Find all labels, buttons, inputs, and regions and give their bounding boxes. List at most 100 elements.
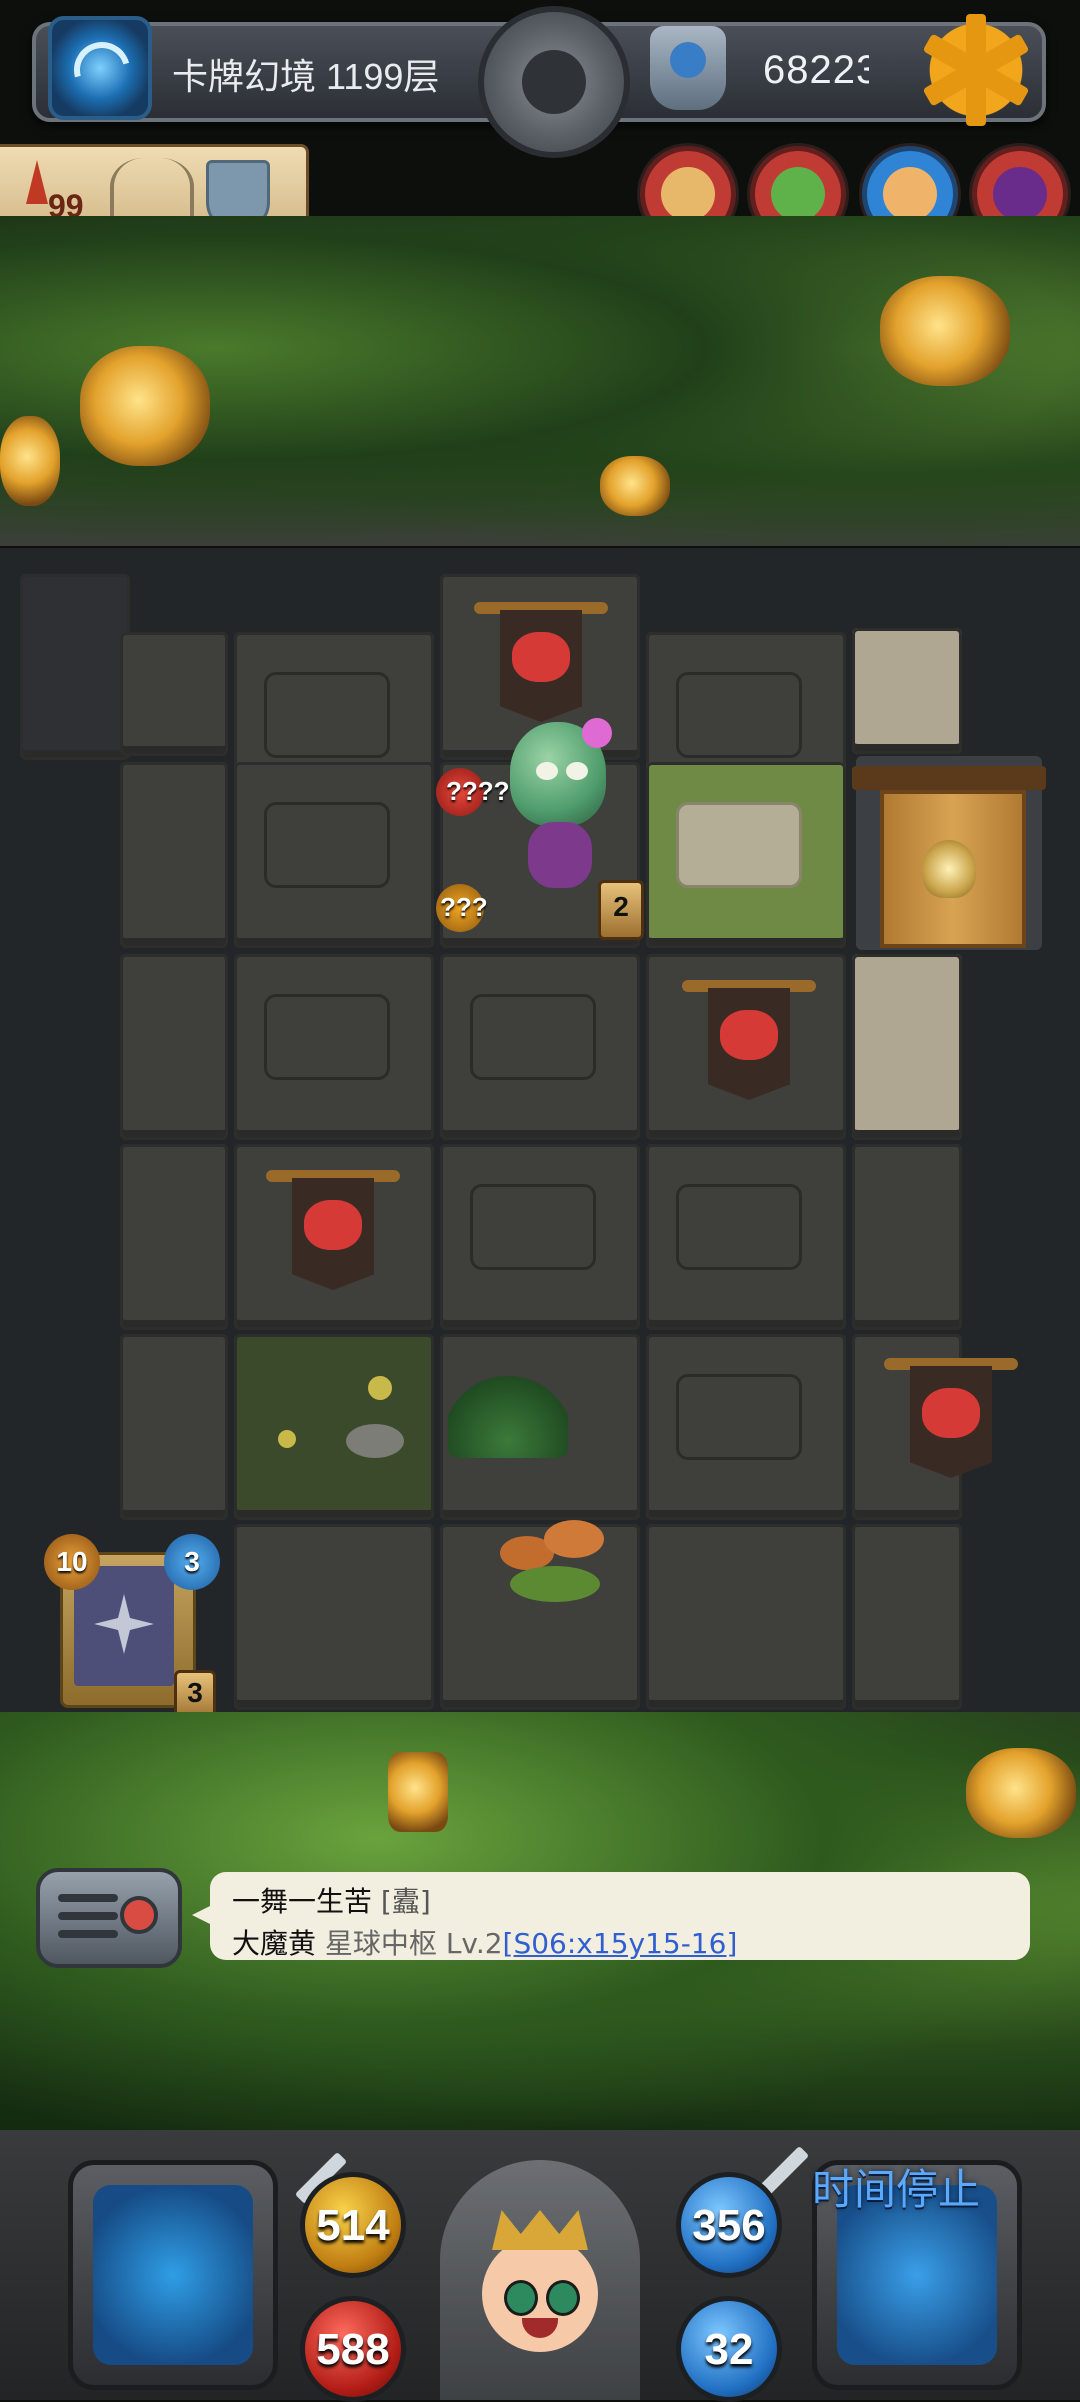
locked-door[interactable] [852,756,1046,950]
glow-pod [80,346,210,466]
boar-icon [512,632,570,682]
turn-counter-value: 2 [613,891,629,922]
boar-banner[interactable] [884,1358,1018,1484]
hammer-icon [661,167,715,221]
boar-icon [922,1388,980,1438]
bush-icon [448,1372,568,1458]
deck-cost: 10 [56,1546,88,1577]
board-tile[interactable] [852,954,962,1140]
deck-count: 3 [184,1546,200,1577]
flower-icon [278,1430,296,1448]
glow-pod [600,456,670,516]
board-tile[interactable] [852,1144,962,1330]
medal-icon[interactable] [478,6,630,158]
chat-location-link[interactable]: [S06:x15y15-16] [503,1927,738,1960]
chat-message-line2: 大魔黄 星球中枢 Lv.2[S06:x15y15-16] [232,1922,737,1962]
boar-banner[interactable] [682,980,816,1106]
glow-pod [0,416,60,506]
glow-pod [966,1748,1076,1838]
monster-eye [536,762,558,780]
tile-crack [264,672,390,758]
glow-pod [880,276,1010,386]
hero-face [482,2236,598,2352]
monster-body [528,822,592,888]
hero-portrait[interactable] [440,2160,640,2400]
defense-orb: 32 [676,2296,782,2402]
goblin-icon [771,167,825,221]
board-tile[interactable] [234,954,434,1140]
boar-banner[interactable] [474,602,608,728]
keyhole-icon [922,840,976,898]
board-tile[interactable] [120,954,228,1140]
chat-line-icon [58,1930,118,1938]
board-tile[interactable] [120,632,228,756]
gem-icon [650,26,726,110]
turn-counter: 2 [598,880,644,940]
board-tile[interactable] [234,1334,434,1520]
floor-label: 卡牌幻境 1199层 [172,56,440,97]
tile-crack [676,802,802,888]
board-tile[interactable] [646,1524,846,1710]
tile-crack [470,1184,596,1270]
gear-icon[interactable] [920,14,1032,126]
chat-notification-dot [120,1896,158,1934]
board-tile[interactable] [852,1524,962,1710]
tile-crack [470,994,596,1080]
board-tile[interactable] [20,574,130,760]
equipment-button[interactable] [68,2160,278,2390]
moss [510,1566,600,1602]
monster-attack-text: ??? [440,892,488,922]
board-tile[interactable] [646,1144,846,1330]
chat-player-name: 大魔黄 [232,1927,317,1960]
deck-scroll-count: 3 [187,1677,203,1708]
time-stop-label[interactable]: 时间停止 [812,2156,980,2217]
board-tile[interactable] [120,1144,228,1330]
hp-orb: 588 [300,2296,406,2402]
warrior-icon [883,167,937,221]
board-tile[interactable] [440,954,640,1140]
tile-crack [676,1184,802,1270]
mushroom-cap [544,1520,604,1558]
currency-value: 682233 [763,48,869,92]
armor-icon [93,2185,253,2365]
tile-crack [264,802,390,888]
chat-button[interactable] [36,1868,182,1968]
defense-value: 32 [704,2325,754,2374]
hero-mouth [522,2318,558,2338]
chat-line-icon [58,1912,118,1920]
door-lintel [852,766,1046,790]
chat-message-line1: 一舞一生苦 [蠹] [232,1880,431,1920]
board-tile[interactable] [646,1334,846,1520]
chat-map-name: 星球中枢 Lv.2 [324,1927,503,1960]
board-tile[interactable] [852,628,962,754]
board-tile[interactable] [120,762,228,948]
mushroom-cluster-icon [500,1520,610,1604]
rock-icon [346,1424,404,1458]
magic-value: 356 [692,2201,766,2250]
boar-icon [304,1200,362,1250]
gem-core [670,42,706,78]
chat-tag: [蠹] [380,1885,431,1918]
flower-icon [582,718,612,748]
board-tile[interactable] [440,1144,640,1330]
deck-count-badge: 3 [164,1534,220,1590]
boar-icon [720,1010,778,1060]
hero-eye [504,2280,538,2316]
goblin-plant-monster[interactable] [488,718,624,892]
tile-crack [676,1374,802,1460]
shadow-icon [993,167,1047,221]
board-tile[interactable] [646,762,846,948]
hp-value: 588 [316,2325,390,2374]
forest-backdrop-top [0,216,1080,546]
board-tile[interactable] [234,1524,434,1710]
tile-crack [676,672,802,758]
board-tile[interactable] [120,1334,228,1520]
flower-icon [368,1376,392,1400]
swirl-icon [63,31,141,109]
chat-text: 一舞一生苦 [232,1885,373,1918]
portal-icon[interactable] [48,16,152,120]
board-tile[interactable] [234,762,434,948]
boar-banner[interactable] [266,1170,400,1296]
medal-core [522,50,586,114]
magic-orb: 356 [676,2172,782,2278]
